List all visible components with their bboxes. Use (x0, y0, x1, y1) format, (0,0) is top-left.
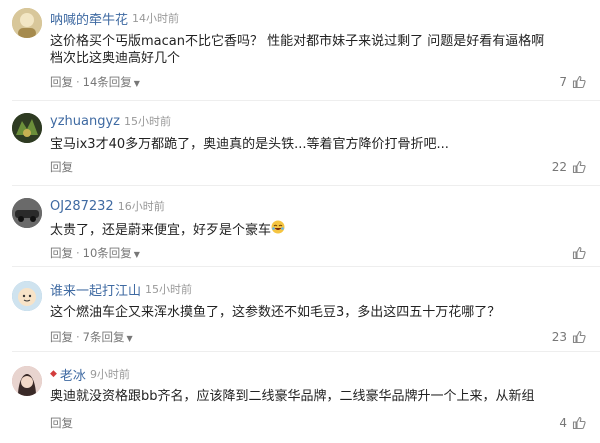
comment-item: 呐喊的牵牛花 14小时前 这价格买个丐版macan不比它香吗？ 性能对都市妹子来… (0, 8, 600, 100)
username[interactable]: 老冰 (60, 365, 86, 384)
comment-text: 这个燃油车企又来浑水摸鱼了，这参数还不如毛豆3，多出这四五十万花哪了？ (50, 305, 501, 320)
comment-header: 谁来一起打江山 15小时前 (50, 279, 192, 299)
like-button[interactable]: 4 (559, 415, 586, 431)
comment-header: ◆ 老冰 9小时前 (50, 364, 130, 384)
comment-header: 呐喊的牵牛花 14小时前 (50, 8, 179, 28)
divider (12, 100, 600, 101)
comment-actions: 回复 (50, 415, 73, 431)
thumbs-up-icon (572, 246, 586, 260)
like-button[interactable]: 7 (559, 74, 586, 90)
timestamp: 15小时前 (123, 115, 171, 128)
chevron-down-icon: ▼ (133, 250, 140, 259)
divider (12, 266, 600, 267)
username[interactable]: yzhuangyz (50, 114, 120, 129)
thumbs-up-icon (572, 416, 586, 430)
location-pin-icon: ◆ (50, 369, 57, 379)
reply-count: 7条回复 (82, 330, 125, 344)
timestamp: 16小时前 (117, 200, 165, 213)
comment-item: yzhuangyz 15小时前 宝马ix3才40多万都跪了，奥迪真的是头铁...… (0, 111, 600, 185)
like-count: 4 (559, 416, 567, 430)
comment-text: 这价格买个丐版macan不比它香吗？ 性能对都市妹子来说过剩了 问题是好看有逼格… (50, 34, 545, 66)
reply-button[interactable]: 回复 (50, 329, 73, 345)
comment-text: 奥迪就没资格跟bb齐名，应该降到二线豪华品牌，二线豪华品牌升一个上来，从新组合三… (50, 388, 546, 405)
username[interactable]: 谁来一起打江山 (50, 280, 141, 299)
like-button[interactable]: 23 (552, 329, 586, 345)
chevron-down-icon: ▼ (126, 334, 133, 343)
separator-dot: · (76, 330, 80, 344)
like-count: 22 (551, 160, 567, 174)
avatar-image-icon (12, 113, 42, 143)
avatar[interactable] (12, 198, 42, 228)
comment-actions: 回复 · 14条回复 ▼ (50, 74, 140, 90)
comment-text-content: 太贵了，还是蔚来便宜，好歹是个豪车 (50, 223, 272, 237)
reply-button[interactable]: 回复 (50, 245, 73, 261)
view-replies-button[interactable]: 10条回复 ▼ (83, 245, 140, 261)
comment-item: OJ287232 16小时前 太贵了，还是蔚来便宜，好歹是个豪车 回复 · 10… (0, 196, 600, 266)
comment-actions: 回复 · 10条回复 ▼ (50, 245, 140, 261)
divider (12, 185, 600, 186)
view-replies-button[interactable]: 14条回复 ▼ (83, 74, 140, 90)
comment-actions: 回复 (50, 159, 73, 175)
reply-count: 10条回复 (82, 246, 132, 260)
like-button[interactable]: 22 (552, 159, 586, 175)
comment-text-content: 奥迪就没资格跟bb齐名，应该降到二线豪华品牌，二线豪华品牌升一个上来，从新组合三… (50, 389, 535, 404)
avatar-image-icon (12, 8, 42, 38)
separator-dot: · (76, 75, 80, 89)
avatar[interactable] (12, 366, 42, 396)
timestamp: 9小时前 (89, 368, 130, 381)
comment-header: OJ287232 16小时前 (50, 196, 165, 216)
avatar-image-icon (12, 198, 42, 228)
thumbs-up-icon (572, 330, 586, 344)
laughing-emoji-icon (271, 220, 285, 237)
timestamp: 14小时前 (132, 12, 180, 25)
comment-item: ◆ 老冰 9小时前 奥迪就没资格跟bb齐名，应该降到二线豪华品牌，二线豪华品牌升… (0, 364, 600, 443)
thumbs-up-icon (572, 75, 586, 89)
username[interactable]: OJ287232 (50, 199, 114, 214)
avatar-image-icon (12, 366, 42, 396)
reply-button[interactable]: 回复 (50, 415, 73, 431)
separator-dot: · (76, 246, 80, 260)
reply-count: 14条回复 (82, 75, 132, 89)
view-replies-button[interactable]: 7条回复 ▼ (83, 329, 133, 345)
comment-text: 宝马ix3才40多万都跪了，奥迪真的是头铁...等着官方降价打骨折吧... (50, 137, 449, 152)
avatar-image-icon (12, 281, 42, 311)
reply-button[interactable]: 回复 (50, 74, 73, 90)
timestamp: 15小时前 (145, 283, 193, 296)
avatar[interactable] (12, 281, 42, 311)
avatar[interactable] (12, 113, 42, 143)
reply-button[interactable]: 回复 (50, 159, 73, 175)
username[interactable]: 呐喊的牵牛花 (50, 9, 128, 28)
like-button[interactable] (567, 245, 586, 261)
divider (12, 351, 600, 352)
comment-actions: 回复 · 7条回复 ▼ (50, 329, 133, 345)
comment-item: 谁来一起打江山 15小时前 这个燃油车企又来浑水摸鱼了，这参数还不如毛豆3，多出… (0, 279, 600, 351)
chevron-down-icon: ▼ (133, 79, 140, 88)
like-count: 7 (559, 75, 567, 89)
comment-text: 太贵了，还是蔚来便宜，好歹是个豪车 (50, 220, 546, 237)
comment-header: yzhuangyz 15小时前 (50, 111, 171, 131)
avatar[interactable] (12, 8, 42, 38)
like-count: 23 (551, 330, 567, 344)
thumbs-up-icon (572, 160, 586, 174)
